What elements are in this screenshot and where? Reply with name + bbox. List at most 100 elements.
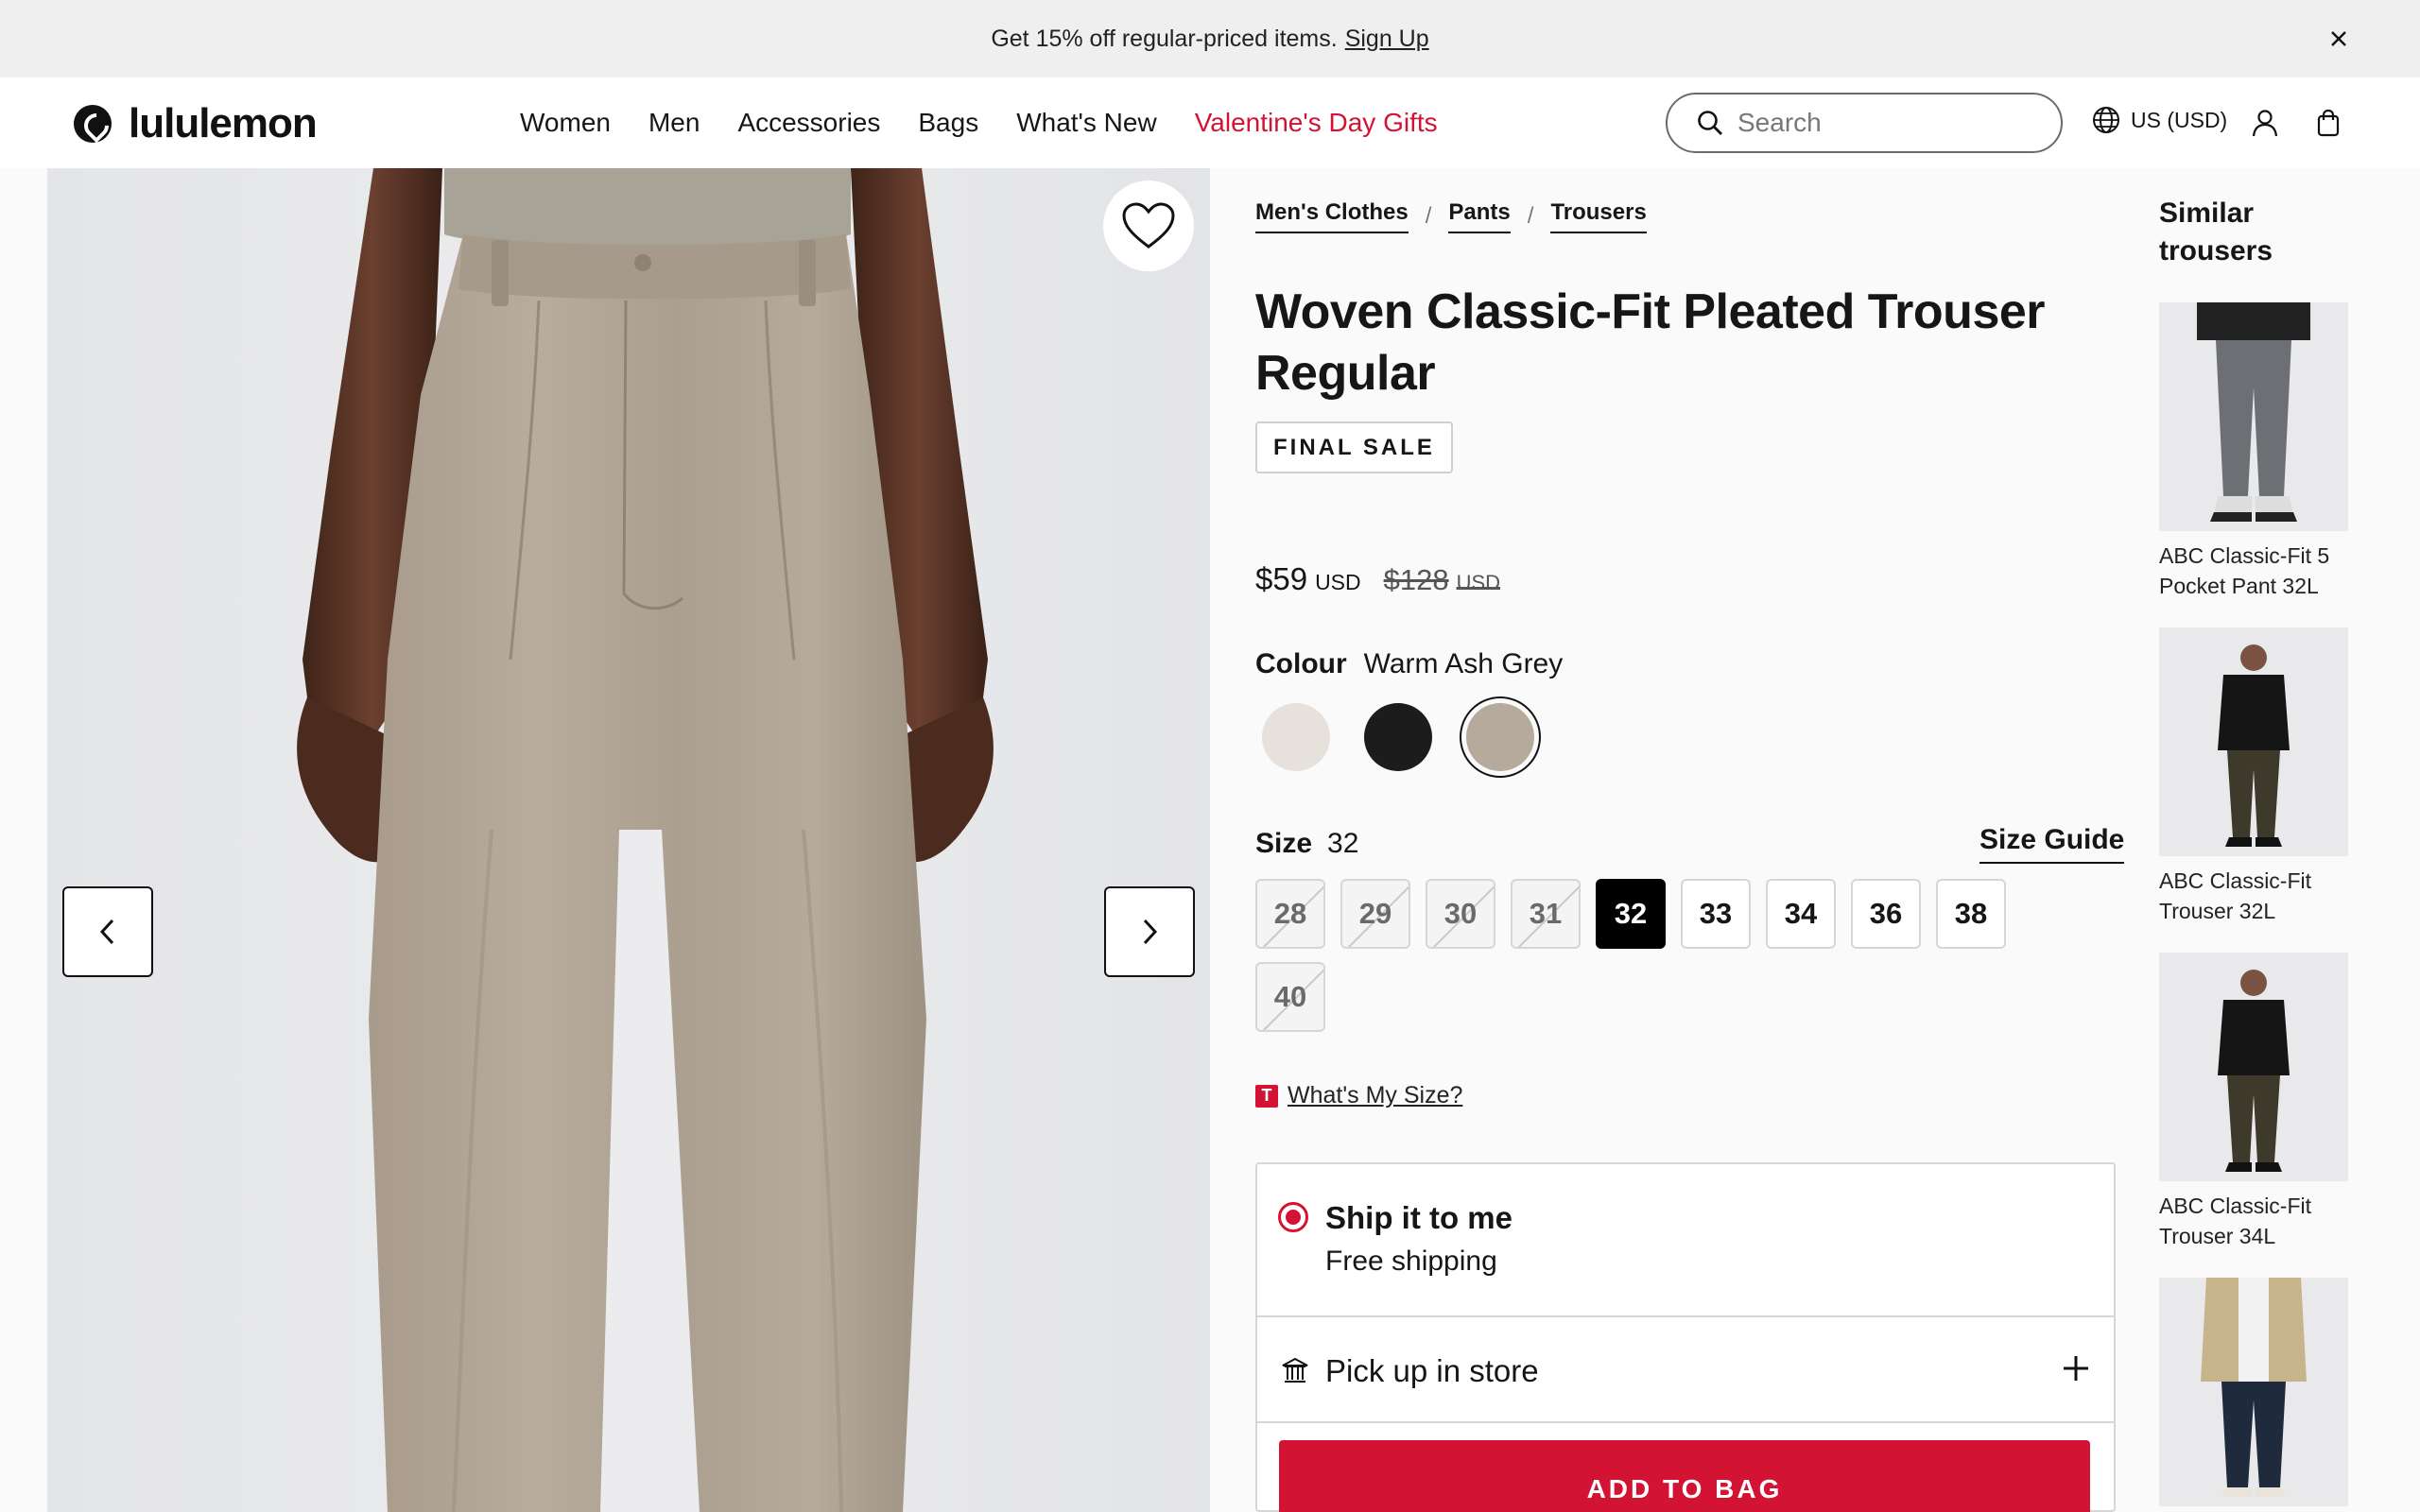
similar-item[interactable]: ABC Classic-Fit 5 Pocket Pant 32L bbox=[2159, 302, 2352, 601]
similar-item-image bbox=[2159, 302, 2348, 531]
swatch-warm-ash-grey[interactable] bbox=[1460, 696, 1541, 778]
nav-item-women[interactable]: Women bbox=[520, 108, 611, 138]
search-input[interactable] bbox=[1737, 108, 2021, 138]
promo-banner: Get 15% off regular-priced items. Sign U… bbox=[0, 0, 2420, 77]
logo[interactable]: lululemon bbox=[74, 100, 318, 147]
colour-row: Colour Warm Ash Grey bbox=[1255, 648, 1563, 680]
size-option-33[interactable]: 33 bbox=[1681, 879, 1751, 949]
product-photo bbox=[47, 168, 1210, 1512]
ship-to-me-option[interactable]: Ship it to me Free shipping bbox=[1257, 1164, 2114, 1317]
original-currency: USD bbox=[1456, 571, 1501, 594]
account-icon[interactable] bbox=[2250, 108, 2280, 138]
gallery-prev-button[interactable] bbox=[62, 886, 153, 977]
size-option-label: 30 bbox=[1443, 897, 1478, 930]
nav-item-whats-new[interactable]: What's New bbox=[1016, 108, 1157, 138]
nav-item-accessories[interactable]: Accessories bbox=[737, 108, 880, 138]
chevron-left-icon bbox=[99, 919, 114, 945]
size-option-36[interactable]: 36 bbox=[1851, 879, 1921, 949]
price: $59 USD $128 USD bbox=[1255, 561, 1500, 597]
size-option-label: 31 bbox=[1529, 897, 1563, 930]
similar-item-image bbox=[2159, 627, 2348, 856]
promo-signup-link[interactable]: Sign Up bbox=[1345, 26, 1429, 53]
ship-subtitle: Free shipping bbox=[1325, 1246, 1497, 1277]
site-header: lululemon Women Men Accessories Bags Wha… bbox=[0, 77, 2420, 168]
similar-item[interactable] bbox=[2159, 1278, 2352, 1512]
whats-my-size-text: What's My Size? bbox=[1288, 1082, 1463, 1108]
size-option-34[interactable]: 34 bbox=[1766, 879, 1836, 949]
size-option-40[interactable]: 40 bbox=[1255, 962, 1325, 1032]
size-label: Size bbox=[1255, 828, 1313, 859]
promo-text: Get 15% off regular-priced items. bbox=[991, 25, 1338, 52]
logo-text: lululemon bbox=[129, 100, 318, 146]
similar-item[interactable]: ABC Classic-Fit Trouser 32L bbox=[2159, 627, 2352, 926]
nav-item-men[interactable]: Men bbox=[648, 108, 700, 138]
close-icon[interactable] bbox=[2325, 26, 2352, 52]
locale-selector[interactable]: US (USD) bbox=[2091, 105, 2227, 135]
store-icon bbox=[1282, 1357, 1308, 1383]
swatch-dot bbox=[1364, 703, 1432, 771]
pickup-in-store-option[interactable]: Pick up in store bbox=[1257, 1317, 2114, 1423]
size-option-32[interactable]: 32 bbox=[1596, 879, 1666, 949]
size-option-28[interactable]: 28 bbox=[1255, 879, 1325, 949]
size-selected: 32 bbox=[1327, 828, 1359, 859]
search-icon bbox=[1698, 111, 1722, 135]
size-option-label: 29 bbox=[1358, 897, 1392, 930]
size-option-30[interactable]: 30 bbox=[1426, 879, 1495, 949]
breadcrumb-trousers[interactable]: Trousers bbox=[1550, 199, 1647, 233]
logo-mark-icon bbox=[74, 105, 112, 143]
size-option-label: 33 bbox=[1699, 897, 1733, 930]
breadcrumb-separator: / bbox=[1527, 203, 1534, 229]
similar-item-name: ABC Classic-Fit 5 Pocket Pant 32L bbox=[2159, 543, 2330, 598]
nav-item-valentines-gifts[interactable]: Valentine's Day Gifts bbox=[1195, 108, 1438, 138]
size-option-label: 32 bbox=[1614, 897, 1648, 930]
product-title: Woven Classic-Fit Pleated Trouser Regula… bbox=[1255, 284, 2046, 401]
sale-price: $59 bbox=[1255, 561, 1308, 596]
ship-title: Ship it to me bbox=[1325, 1200, 1512, 1235]
gallery-next-button[interactable] bbox=[1104, 886, 1195, 977]
size-option-29[interactable]: 29 bbox=[1340, 879, 1410, 949]
size-option-31[interactable]: 31 bbox=[1511, 879, 1581, 949]
final-sale-badge: FINAL SALE bbox=[1255, 421, 1453, 473]
nav-item-bags[interactable]: Bags bbox=[918, 108, 978, 138]
globe-icon bbox=[2093, 107, 2119, 133]
breadcrumb-pants[interactable]: Pants bbox=[1448, 199, 1511, 233]
original-price-value: $128 bbox=[1383, 563, 1449, 596]
similar-title: Similar trousers bbox=[2159, 198, 2273, 266]
wishlist-button[interactable] bbox=[1103, 180, 1194, 271]
size-option-38[interactable]: 38 bbox=[1936, 879, 2006, 949]
add-to-bag-button[interactable]: ADD TO BAG bbox=[1279, 1440, 2090, 1512]
swatch-cream[interactable] bbox=[1255, 696, 1337, 778]
colour-selected: Warm Ash Grey bbox=[1363, 648, 1564, 679]
swatch-black[interactable] bbox=[1357, 696, 1439, 778]
shopping-bag-icon[interactable] bbox=[2313, 108, 2343, 138]
radio-selected-icon[interactable] bbox=[1278, 1202, 1308, 1232]
size-options: 28 29 30 31 32 33 34 36 38 40 bbox=[1255, 879, 2059, 1032]
search-box[interactable] bbox=[1666, 93, 2063, 153]
sale-currency: USD bbox=[1315, 570, 1361, 594]
product-image-gallery bbox=[47, 168, 1210, 1512]
size-option-label: 36 bbox=[1869, 897, 1903, 930]
plus-icon[interactable] bbox=[2061, 1353, 2091, 1383]
whats-my-size-link[interactable]: T What's My Size? bbox=[1255, 1082, 1462, 1109]
swatch-dot bbox=[1262, 703, 1330, 771]
size-guide-link[interactable]: Size Guide bbox=[1979, 824, 2125, 864]
similar-item-image bbox=[2159, 1278, 2348, 1506]
breadcrumb-separator: / bbox=[1425, 203, 1432, 229]
heart-icon bbox=[1122, 202, 1175, 249]
similar-item-name: ABC Classic-Fit Trouser 32L bbox=[2159, 868, 2312, 923]
breadcrumb-mens-clothes[interactable]: Men's Clothes bbox=[1255, 199, 1409, 233]
size-option-label: 28 bbox=[1273, 897, 1307, 930]
colour-swatches bbox=[1255, 696, 1541, 778]
breadcrumb: Men's Clothes / Pants / Trousers bbox=[1255, 199, 1647, 233]
locale-label: US (USD) bbox=[2131, 107, 2228, 132]
colour-label: Colour bbox=[1255, 648, 1347, 679]
size-option-label: 34 bbox=[1784, 897, 1818, 930]
original-price: $128 USD bbox=[1384, 563, 1500, 597]
size-row: Size 32 bbox=[1255, 828, 1358, 860]
similar-item-name: ABC Classic-Fit Trouser 34L bbox=[2159, 1194, 2312, 1248]
pickup-title: Pick up in store bbox=[1325, 1353, 1539, 1388]
similar-item[interactable]: ABC Classic-Fit Trouser 34L bbox=[2159, 953, 2352, 1251]
size-option-label: 40 bbox=[1273, 980, 1307, 1013]
size-option-label: 38 bbox=[1954, 897, 1988, 930]
true-fit-icon: T bbox=[1255, 1084, 1278, 1108]
